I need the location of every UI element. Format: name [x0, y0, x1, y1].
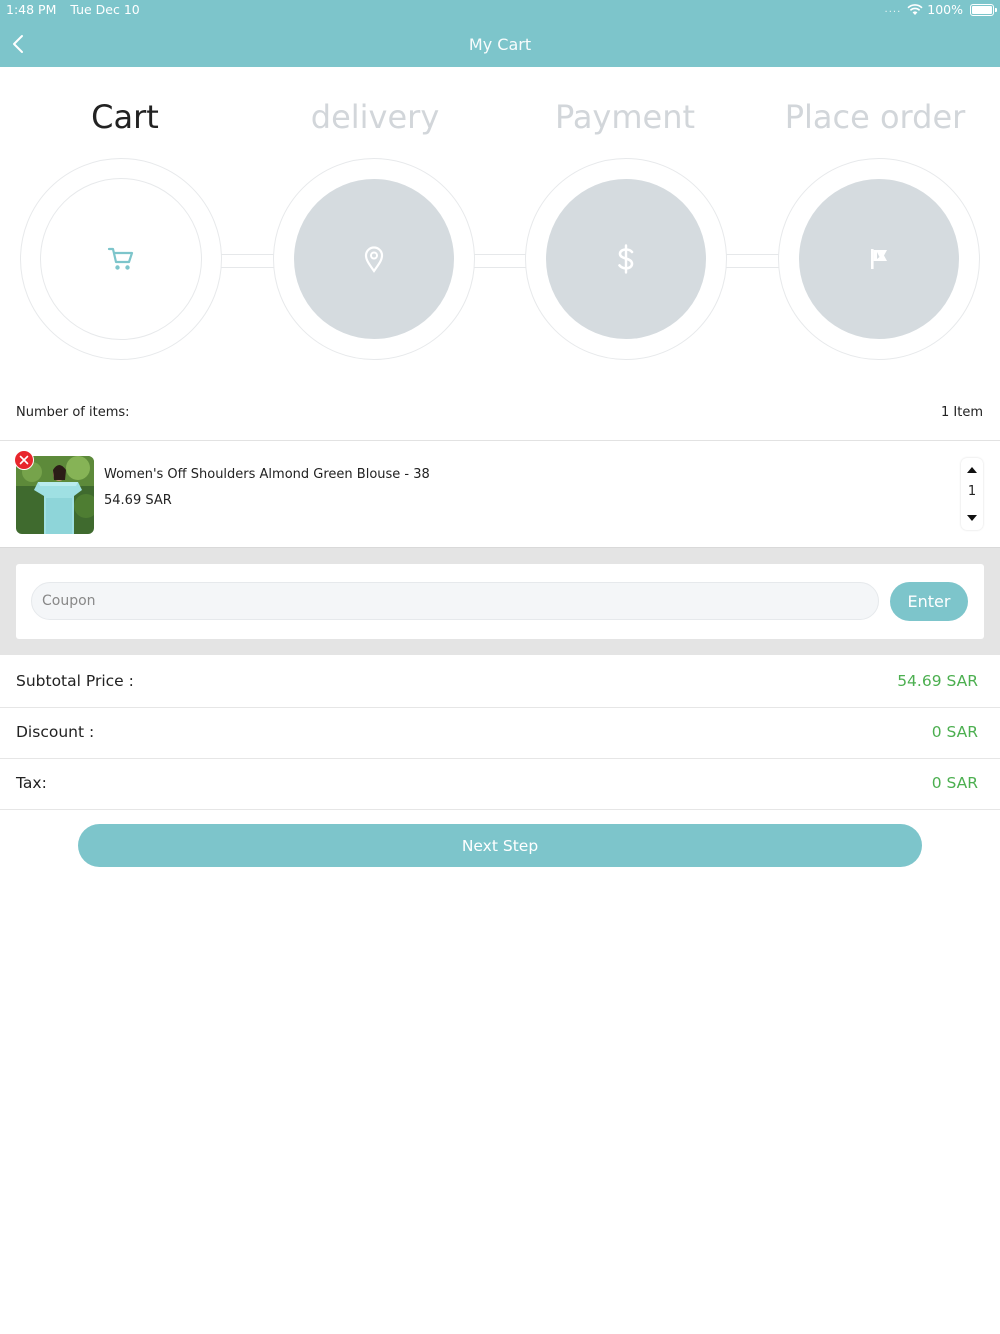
status-bar-right: .... 100%: [884, 2, 997, 17]
step-cart-circle: [40, 178, 202, 340]
next-step-button[interactable]: Next Step: [78, 824, 922, 867]
step-delivery-circle: [294, 179, 454, 339]
step-cart[interactable]: [20, 158, 222, 360]
step-connector: [473, 254, 527, 268]
step-connector: [726, 254, 780, 268]
battery-percent: 100%: [927, 2, 963, 17]
discount-value: 0 SAR: [931, 723, 978, 741]
location-pin-icon: [364, 246, 384, 273]
subtotal-value: 54.69 SAR: [897, 672, 978, 690]
apply-coupon-button[interactable]: Enter: [890, 582, 968, 621]
coupon-input[interactable]: [31, 582, 879, 620]
items-count-value: 1 Item: [941, 405, 983, 420]
cart-item: Women's Off Shoulders Almond Green Blous…: [0, 441, 1000, 548]
caret-down-icon: [967, 515, 977, 521]
coupon-card: Enter: [16, 564, 984, 639]
step-label-delivery: delivery: [310, 98, 440, 136]
product-price: 54.69 SAR: [104, 493, 172, 508]
header-bar: 1:48 PM Tue Dec 10 .... 100% My Cart: [0, 0, 1000, 67]
step-delivery[interactable]: [273, 158, 475, 360]
status-bar-left: 1:48 PM Tue Dec 10: [6, 2, 150, 17]
subtotal-label: Subtotal Price :: [16, 672, 134, 690]
checkout-steps: [0, 158, 1000, 362]
items-count-label: Number of items:: [16, 405, 130, 420]
step-place-order[interactable]: [778, 158, 980, 360]
discount-label: Discount :: [16, 723, 95, 741]
status-time: 1:48 PM: [6, 2, 57, 17]
step-label-payment: Payment: [554, 98, 696, 136]
dollar-icon: [618, 244, 634, 274]
remove-item-button[interactable]: [14, 450, 34, 470]
quantity-stepper: 1: [961, 458, 983, 530]
flag-icon: [871, 249, 887, 269]
wifi-icon: [907, 3, 923, 15]
step-label-place-order: Place order: [784, 98, 966, 136]
quantity-value: 1: [967, 484, 977, 499]
step-connector: [220, 254, 274, 268]
status-date: Tue Dec 10: [70, 2, 140, 17]
signal-dots-icon: ....: [884, 4, 902, 15]
product-name: Women's Off Shoulders Almond Green Blous…: [104, 467, 430, 482]
page-title: My Cart: [468, 35, 532, 54]
step-payment-circle: [546, 179, 706, 339]
tax-row: Tax: 0 SAR: [0, 758, 1000, 810]
quantity-decrease-button[interactable]: [961, 509, 983, 527]
discount-row: Discount : 0 SAR: [0, 707, 1000, 759]
close-icon: [19, 455, 29, 465]
step-label-cart: Cart: [91, 98, 159, 136]
tax-value: 0 SAR: [931, 774, 978, 792]
step-place-order-circle: [799, 179, 959, 339]
step-payment[interactable]: [525, 158, 727, 360]
battery-icon: [970, 3, 997, 16]
tax-label: Tax:: [16, 774, 47, 792]
coupon-section: Enter: [0, 548, 1000, 655]
caret-up-icon: [967, 467, 977, 473]
quantity-increase-button[interactable]: [961, 461, 983, 479]
cart-icon: [107, 247, 134, 270]
items-count-row: Number of items: 1 Item: [0, 398, 1000, 441]
subtotal-row: Subtotal Price : 54.69 SAR: [0, 656, 1000, 708]
checkout-steps-labels: Cart delivery Payment Place order: [0, 98, 1000, 142]
